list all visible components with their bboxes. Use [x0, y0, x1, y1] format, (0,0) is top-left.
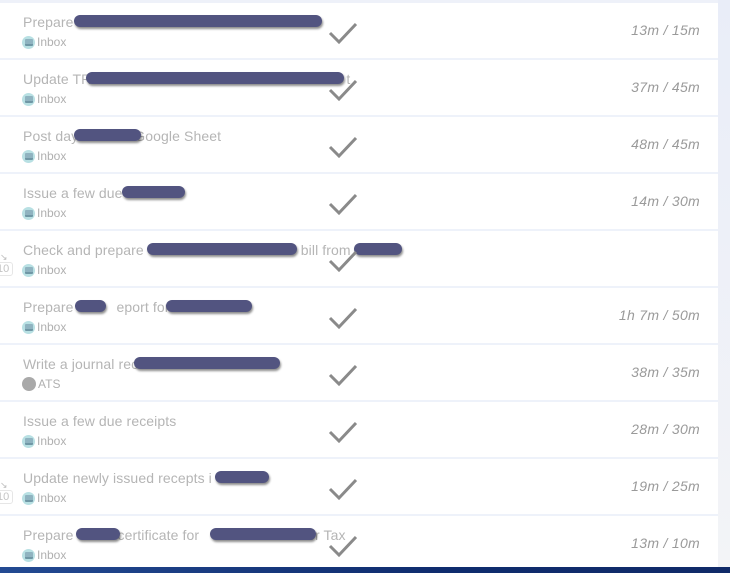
redaction-bar [74, 15, 322, 27]
project-label: Inbox [37, 206, 67, 220]
redaction-bar [166, 300, 252, 312]
side-panel-edge [718, 0, 730, 567]
task-row[interactable]: Write a journal rec ATS 38m / 35m [0, 345, 718, 400]
task-project[interactable]: Inbox [22, 434, 66, 448]
task-project[interactable]: ATS [22, 377, 60, 391]
task-title[interactable]: Update newly issued recepts i [23, 470, 212, 486]
project-label: Inbox [37, 434, 67, 448]
checkmark-icon[interactable] [327, 76, 359, 102]
task-project[interactable]: Inbox [22, 206, 66, 220]
redaction-bar [74, 129, 141, 141]
checkmark-icon[interactable] [327, 418, 359, 444]
task-row[interactable]: Issue a few due Inbox 14m / 30m [0, 174, 718, 229]
inbox-icon [22, 548, 35, 562]
task-title[interactable]: Issue a few due receipts [23, 413, 176, 429]
checkmark-icon[interactable] [327, 133, 359, 159]
checkmark-icon[interactable] [327, 475, 359, 501]
task-row[interactable]: Prepare Inbox 13m / 15m [0, 3, 718, 58]
title-part: certificate for [117, 527, 200, 543]
checkmark-icon[interactable] [327, 304, 359, 330]
task-row[interactable]: ↘ 10 Update newly issued recepts i Inbox… [0, 459, 718, 514]
subtask-count: 10 [0, 490, 14, 504]
redaction-bar [86, 72, 344, 84]
time-tracked: 13m / 10m [631, 535, 700, 551]
inbox-icon [22, 320, 35, 334]
task-project[interactable]: Inbox [22, 320, 66, 334]
subtask-count: 10 [0, 262, 14, 276]
title-part: Check and prepare [23, 242, 144, 258]
task-row[interactable]: ↘ 10 Check and prepare bill from Inbox [0, 231, 718, 286]
time-tracked: 19m / 25m [631, 478, 700, 494]
time-tracked: 28m / 30m [631, 421, 700, 437]
title-part: eport for [116, 299, 170, 315]
project-label: Inbox [37, 263, 67, 277]
time-tracked: 38m / 35m [631, 364, 700, 380]
project-label: Inbox [37, 92, 67, 106]
subtask-indicator[interactable]: ↘ 10 [0, 252, 14, 276]
redaction-bar [354, 243, 402, 255]
title-part: Post day [23, 128, 79, 144]
project-label: Inbox [37, 149, 67, 163]
project-label: Inbox [37, 491, 67, 505]
task-project[interactable]: Inbox [22, 149, 66, 163]
time-tracked: 37m / 45m [631, 79, 700, 95]
project-label: Inbox [37, 320, 67, 334]
task-row[interactable]: Post day Google Sheet Inbox 48m / 45m [0, 117, 718, 172]
title-part: Update TR [23, 71, 92, 87]
title-part: Prepare [23, 299, 74, 315]
project-label: Inbox [37, 548, 67, 562]
checkmark-icon[interactable] [327, 361, 359, 387]
redaction-bar [75, 300, 106, 312]
task-list: Prepare Inbox 13m / 15m Update TR t Inbox… [0, 3, 718, 573]
redaction-bar [215, 471, 269, 483]
taskbar-edge [0, 567, 730, 573]
checkmark-icon[interactable] [327, 190, 359, 216]
redaction-bar [76, 528, 120, 540]
checkmark-icon[interactable] [327, 247, 359, 273]
inbox-icon [22, 263, 35, 277]
title-part: Prepare [23, 527, 74, 543]
inbox-icon [22, 491, 35, 505]
task-project[interactable]: Inbox [22, 548, 66, 562]
redaction-bar [122, 186, 185, 198]
task-title[interactable]: Write a journal rec [23, 356, 138, 372]
title-part: Google Sheet [134, 128, 222, 144]
checkmark-icon[interactable] [327, 532, 359, 558]
task-row[interactable]: Issue a few due receipts Inbox 28m / 30m [0, 402, 718, 457]
task-project[interactable]: Inbox [22, 35, 66, 49]
inbox-icon [22, 434, 35, 448]
task-row[interactable]: Update TR t Inbox 37m / 45m [0, 60, 718, 115]
inbox-icon [22, 35, 35, 49]
task-project[interactable]: Inbox [22, 263, 66, 277]
inbox-icon [22, 206, 35, 220]
time-tracked: 1h 7m / 50m [618, 307, 700, 323]
redaction-bar [147, 243, 297, 255]
inbox-icon [22, 92, 35, 106]
time-tracked: 48m / 45m [631, 136, 700, 152]
task-project[interactable]: Inbox [22, 92, 66, 106]
subtask-arrow-icon: ↘ [0, 480, 8, 490]
inbox-icon [22, 149, 35, 163]
task-title[interactable]: Issue a few due [23, 185, 123, 201]
redaction-bar [134, 357, 280, 369]
project-label: ATS [38, 377, 61, 391]
subtask-indicator[interactable]: ↘ 10 [0, 480, 14, 504]
time-tracked: 14m / 30m [631, 193, 700, 209]
task-row[interactable]: Prepare eport for Inbox 1h 7m / 50m [0, 288, 718, 343]
subtask-arrow-icon: ↘ [0, 252, 8, 262]
task-title[interactable]: Prepare [23, 14, 74, 30]
task-row[interactable]: Prepare certificate for or Tax Inbox 13m /… [0, 516, 718, 571]
redaction-bar [210, 528, 316, 540]
checkmark-icon[interactable] [327, 19, 359, 45]
circle-icon [22, 377, 36, 391]
time-tracked: 13m / 15m [631, 22, 700, 38]
task-project[interactable]: Inbox [22, 491, 66, 505]
project-label: Inbox [37, 35, 67, 49]
